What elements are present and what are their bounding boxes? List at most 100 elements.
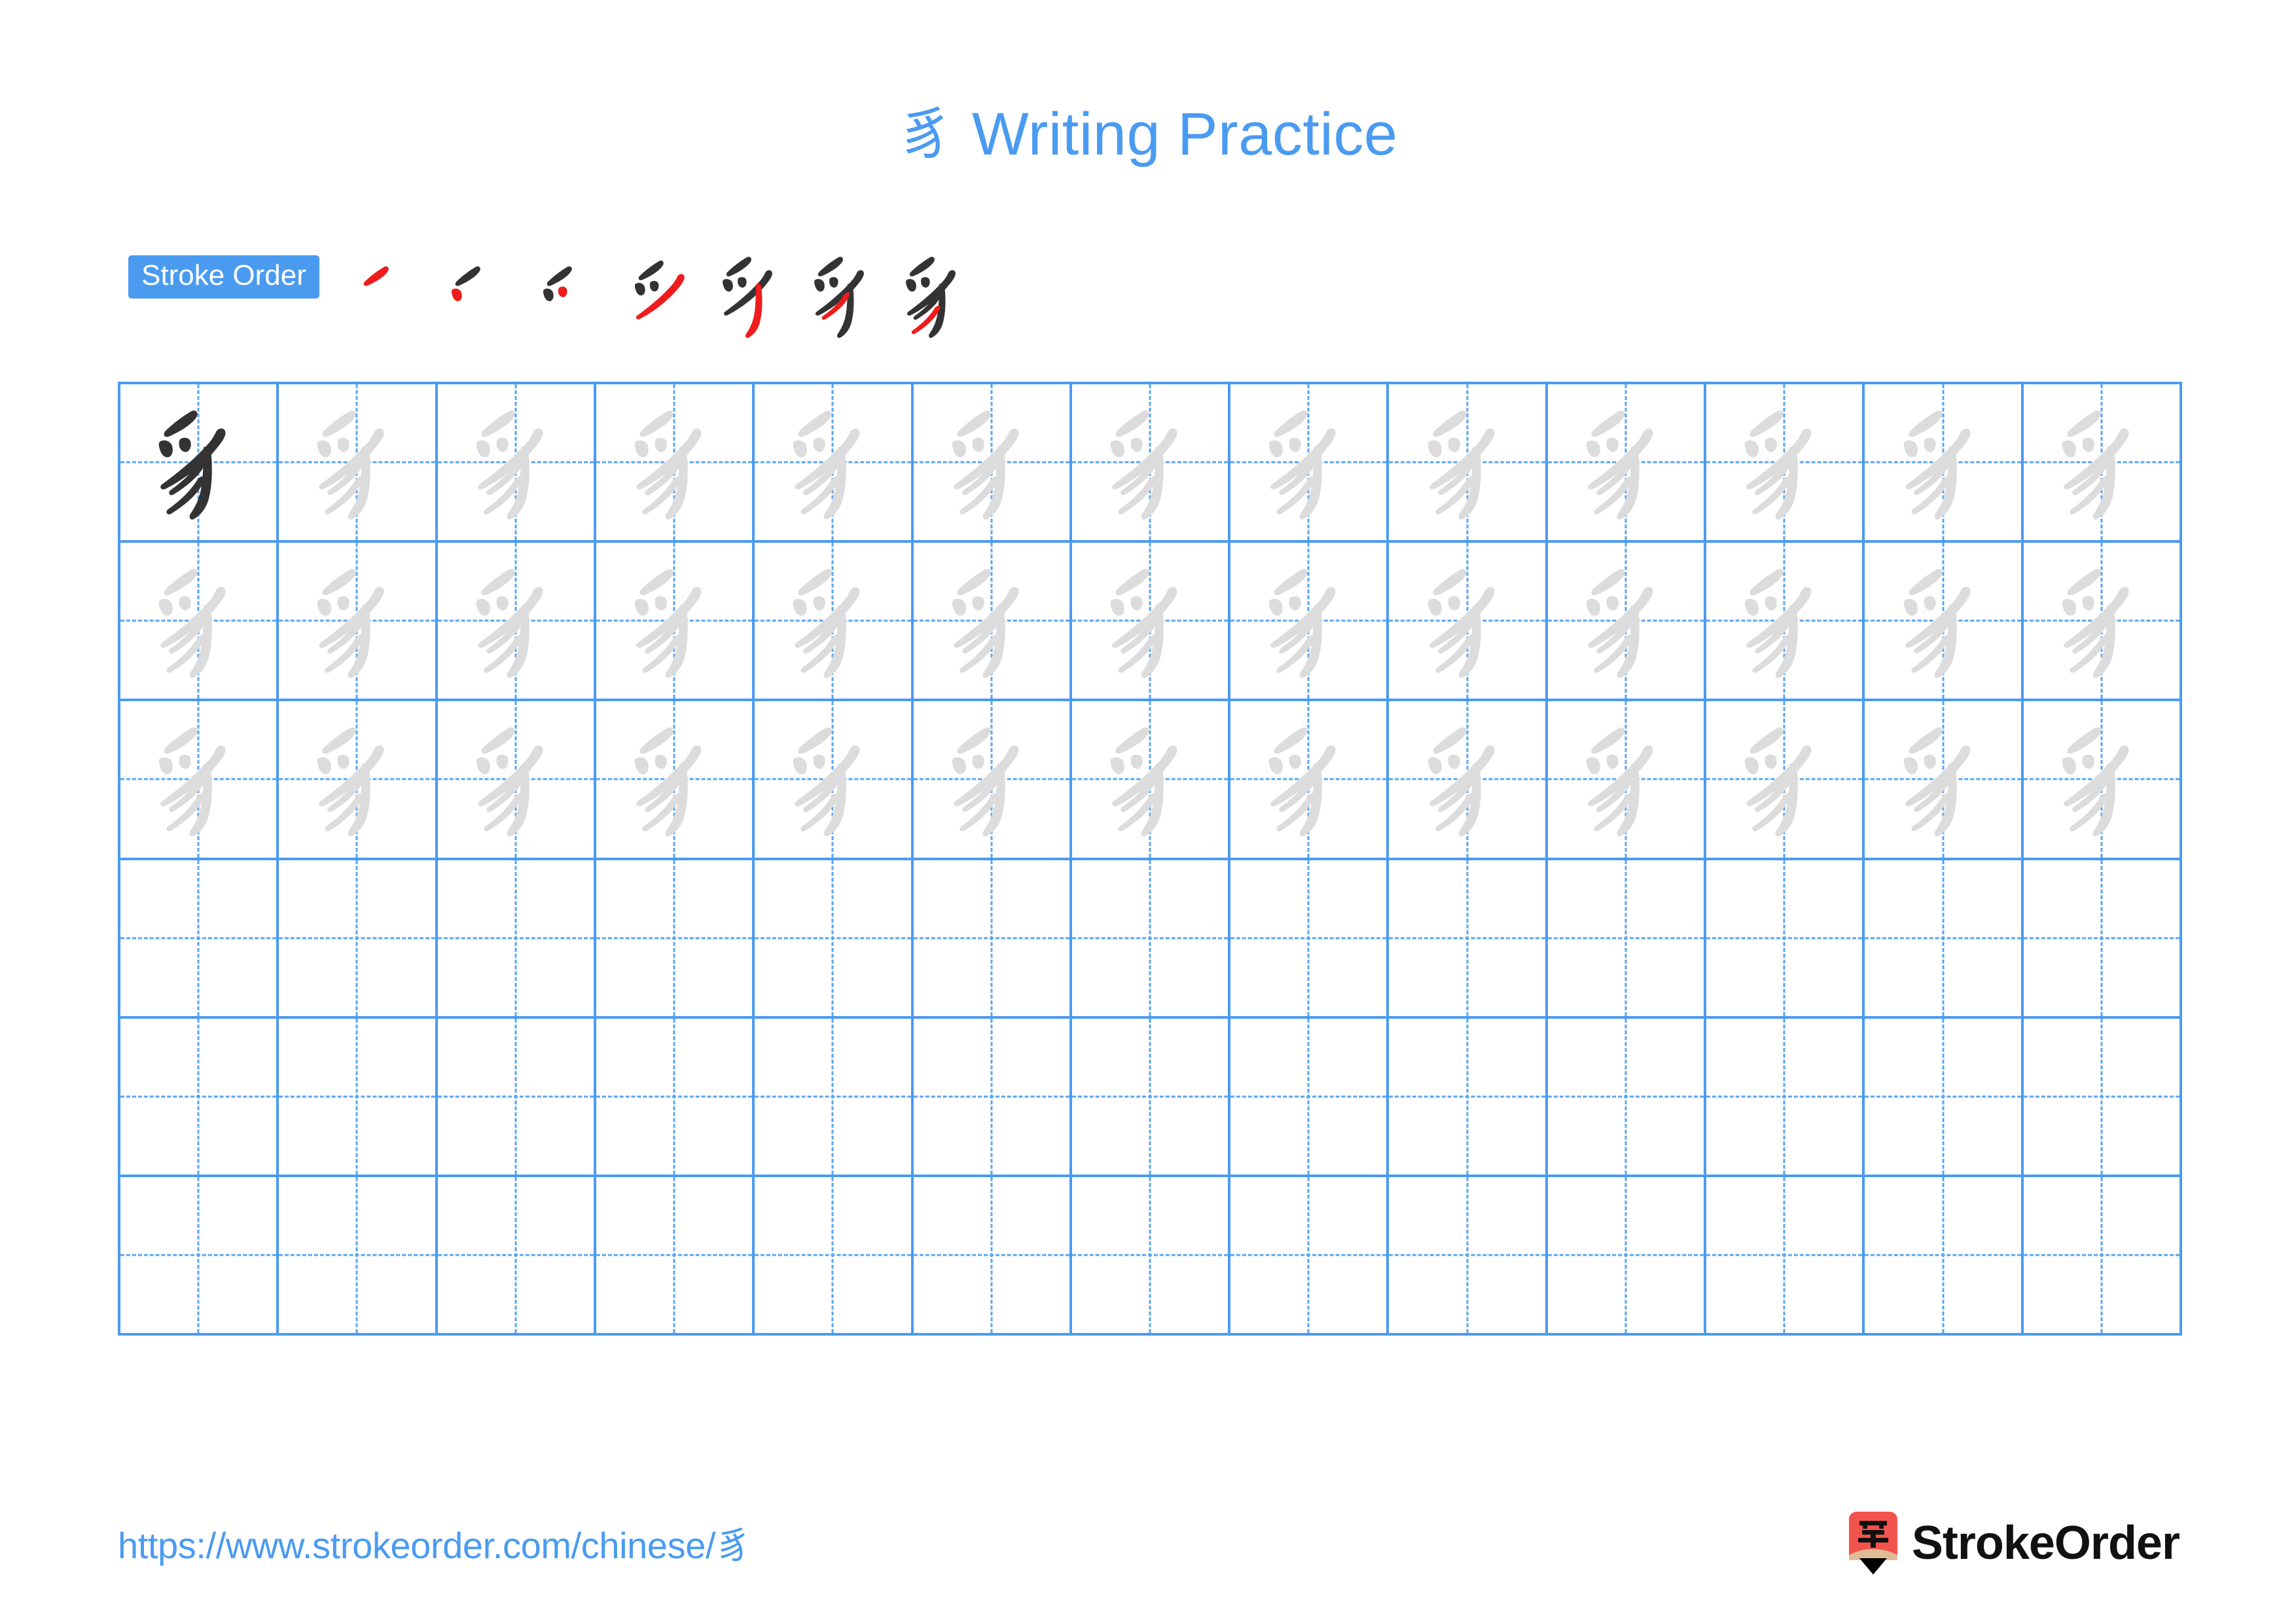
practice-cell[interactable] [279, 384, 438, 543]
practice-cell[interactable] [1865, 384, 2024, 543]
practice-cell[interactable] [1389, 1176, 1548, 1336]
practice-cell[interactable] [596, 701, 755, 860]
practice-cell[interactable] [1230, 860, 1390, 1019]
practice-cell[interactable] [913, 1018, 1072, 1177]
practice-cell[interactable] [1865, 1018, 2024, 1177]
trace-character [438, 701, 594, 857]
practice-cell[interactable] [1071, 1176, 1231, 1336]
practice-cell[interactable] [596, 860, 755, 1019]
practice-cell[interactable] [913, 384, 1072, 543]
practice-cell[interactable] [2023, 1018, 2182, 1177]
practice-cell[interactable] [755, 1176, 914, 1336]
practice-cell[interactable] [1230, 1176, 1390, 1336]
practice-cell[interactable] [2023, 860, 2182, 1019]
practice-cell[interactable] [437, 1176, 596, 1336]
practice-cell[interactable] [1389, 384, 1548, 543]
trace-character [1389, 543, 1545, 699]
practice-cell[interactable] [596, 1176, 755, 1336]
practice-cell[interactable] [1547, 384, 1707, 543]
practice-cell[interactable] [2023, 701, 2182, 860]
practice-cell[interactable] [1230, 701, 1390, 860]
practice-cell[interactable] [913, 543, 1072, 702]
trace-character [279, 384, 435, 540]
footer-url[interactable]: https://www.strokeorder.com/chinese/豸 [118, 1516, 752, 1569]
practice-cell[interactable] [279, 701, 438, 860]
practice-cell[interactable] [1706, 384, 1865, 543]
practice-cell[interactable] [1547, 701, 1707, 860]
model-character [120, 384, 276, 540]
practice-cell[interactable] [913, 701, 1072, 860]
stroke-order-section: Stroke Order [128, 247, 979, 338]
practice-cell[interactable] [1230, 1018, 1390, 1177]
practice-cell[interactable] [1865, 701, 2024, 860]
practice-cell[interactable] [1071, 543, 1231, 702]
practice-cell[interactable] [1071, 701, 1231, 860]
stroke-4-glyph [815, 270, 864, 316]
stroke-3-glyph [737, 277, 747, 288]
practice-cell[interactable] [1389, 860, 1548, 1019]
trace-character [596, 701, 752, 857]
practice-cell[interactable] [437, 860, 596, 1019]
practice-cell[interactable] [120, 1018, 279, 1177]
trace-character [1865, 543, 2020, 699]
practice-cell[interactable] [2023, 384, 2182, 543]
practice-cell[interactable] [1230, 543, 1390, 702]
trace-character [1072, 384, 1228, 540]
practice-cell[interactable] [1071, 860, 1231, 1019]
trace-character [1230, 384, 1386, 540]
practice-cell[interactable] [120, 1176, 279, 1336]
practice-cell[interactable] [1706, 1176, 1865, 1336]
practice-cell[interactable] [1547, 1018, 1707, 1177]
practice-cell[interactable] [2023, 1176, 2182, 1336]
practice-cell[interactable] [120, 543, 279, 702]
practice-cell[interactable] [437, 543, 596, 702]
practice-cell[interactable] [279, 543, 438, 702]
practice-cell[interactable] [1706, 701, 1865, 860]
practice-cell[interactable] [1389, 1018, 1548, 1177]
practice-cell[interactable] [1865, 543, 2024, 702]
practice-cell[interactable] [1547, 543, 1707, 702]
stroke-3-glyph [558, 286, 567, 297]
stroke-step-4 [613, 247, 708, 343]
practice-cell[interactable] [913, 860, 1072, 1019]
practice-cell[interactable] [437, 701, 596, 860]
trace-character [279, 543, 435, 699]
practice-cell[interactable] [1706, 860, 1865, 1019]
practice-cell[interactable] [120, 701, 279, 860]
stroke-step-1 [338, 247, 433, 343]
practice-cell[interactable] [1071, 384, 1231, 543]
trace-character [120, 543, 276, 699]
practice-cell[interactable] [279, 1176, 438, 1336]
practice-cell[interactable] [1389, 701, 1548, 860]
practice-cell[interactable] [755, 860, 914, 1019]
practice-cell[interactable] [1547, 860, 1707, 1019]
practice-cell[interactable] [279, 1018, 438, 1177]
stroke-2-glyph [905, 279, 916, 292]
practice-cell[interactable] [1865, 860, 2024, 1019]
practice-cell[interactable] [596, 543, 755, 702]
practice-cell[interactable] [1865, 1176, 2024, 1336]
practice-cell[interactable] [755, 543, 914, 702]
practice-cell[interactable] [596, 384, 755, 543]
practice-cell[interactable] [1706, 543, 1865, 702]
practice-cell[interactable] [755, 384, 914, 543]
title-suffix: Writing Practice [954, 101, 1398, 168]
practice-cell[interactable] [755, 701, 914, 860]
practice-cell[interactable] [2023, 543, 2182, 702]
practice-grid [118, 382, 2182, 1336]
practice-cell[interactable] [1547, 1176, 1707, 1336]
practice-cell[interactable] [437, 384, 596, 543]
practice-cell[interactable] [1389, 543, 1548, 702]
practice-cell[interactable] [1706, 1018, 1865, 1177]
practice-cell[interactable] [279, 860, 438, 1019]
practice-cell[interactable] [1230, 384, 1390, 543]
practice-cell[interactable] [120, 384, 279, 543]
practice-cell[interactable] [120, 860, 279, 1019]
practice-cell[interactable] [913, 1176, 1072, 1336]
practice-cell[interactable] [596, 1018, 755, 1177]
practice-cell[interactable] [1071, 1018, 1231, 1177]
practice-cell[interactable] [437, 1018, 596, 1177]
practice-cell[interactable] [755, 1018, 914, 1177]
stroke-1-glyph [726, 257, 751, 277]
stroke-step-list [338, 247, 979, 343]
